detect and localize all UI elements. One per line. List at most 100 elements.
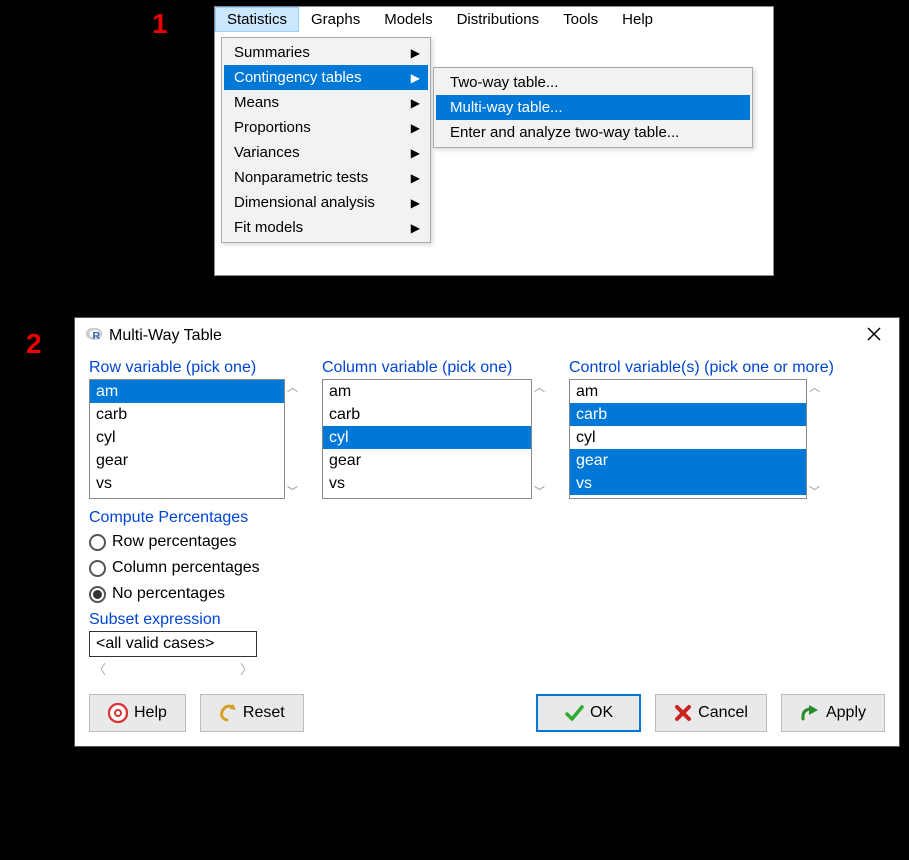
apply-icon xyxy=(800,704,820,722)
cancel-button[interactable]: Cancel xyxy=(655,694,767,732)
menu-item-summaries[interactable]: Summaries ▶ xyxy=(224,40,428,65)
menu-item-contingency-tables[interactable]: Contingency tables ▶ xyxy=(224,65,428,90)
subset-expression-input[interactable]: <all valid cases> xyxy=(89,631,257,657)
menu-item-label: Proportions xyxy=(234,119,311,136)
check-icon xyxy=(564,703,584,723)
list-item[interactable]: gear xyxy=(323,449,531,472)
menu-item-label: Variances xyxy=(234,144,300,161)
menu-item-proportions[interactable]: Proportions ▶ xyxy=(224,115,428,140)
column-variable-label: Column variable (pick one) xyxy=(322,359,545,377)
ok-button[interactable]: OK xyxy=(536,694,641,732)
r-logo-icon: R xyxy=(85,324,103,347)
compute-percentages-label: Compute Percentages xyxy=(89,509,885,527)
menu-item-label: Nonparametric tests xyxy=(234,169,368,186)
radio-row-percentages[interactable]: Row percentages xyxy=(89,529,885,555)
menu-item-fit-models[interactable]: Fit models ▶ xyxy=(224,215,428,240)
list-item[interactable]: am xyxy=(90,380,284,403)
menu-help[interactable]: Help xyxy=(610,7,665,32)
menu-screenshot: Statistics Graphs Models Distributions T… xyxy=(214,6,774,276)
scroll-down-icon[interactable]: ﹀ xyxy=(534,483,545,499)
scroll-up-icon[interactable]: ︿ xyxy=(287,379,298,395)
button-label: Reset xyxy=(243,704,285,722)
help-button[interactable]: Help xyxy=(89,694,186,732)
scroll-down-icon[interactable]: ﹀ xyxy=(287,483,298,499)
list-item[interactable]: am xyxy=(570,380,806,403)
cancel-icon xyxy=(674,704,692,722)
list-item[interactable]: vs xyxy=(90,472,284,495)
scroll-up-icon[interactable]: ︿ xyxy=(809,379,820,395)
scroll-up-icon[interactable]: ︿ xyxy=(534,379,545,395)
multi-way-table-dialog: R Multi-Way Table Row variable (pick one… xyxy=(74,317,900,747)
radio-no-percentages[interactable]: No percentages xyxy=(89,581,885,607)
menu-item-label: Means xyxy=(234,94,279,111)
radio-icon xyxy=(89,560,106,577)
apply-button[interactable]: Apply xyxy=(781,694,885,732)
menu-distributions[interactable]: Distributions xyxy=(445,7,552,32)
menu-models[interactable]: Models xyxy=(372,7,444,32)
scroll-left-icon: 〈 xyxy=(93,659,106,678)
svg-text:R: R xyxy=(93,330,101,342)
submenu-enter-analyze[interactable]: Enter and analyze two-way table... xyxy=(436,120,750,145)
dialog-titlebar: R Multi-Way Table xyxy=(75,318,899,355)
scroll-right-icon: 〉 xyxy=(240,659,253,678)
submenu-two-way-table[interactable]: Two-way table... xyxy=(436,70,750,95)
submenu-multi-way-table[interactable]: Multi-way table... xyxy=(436,95,750,120)
control-variable-label: Control variable(s) (pick one or more) xyxy=(569,359,834,377)
step-1-label: 1 xyxy=(152,8,168,40)
button-label: OK xyxy=(590,704,613,722)
step-2-label: 2 xyxy=(26,328,42,360)
submenu-arrow-icon: ▶ xyxy=(411,96,420,110)
list-item[interactable]: carb xyxy=(90,403,284,426)
list-item[interactable]: cyl xyxy=(90,426,284,449)
menu-tools[interactable]: Tools xyxy=(551,7,610,32)
list-item[interactable]: vs xyxy=(323,472,531,495)
contingency-submenu: Two-way table... Multi-way table... Ente… xyxy=(433,67,753,148)
list-item[interactable]: carb xyxy=(323,403,531,426)
radio-label: No percentages xyxy=(112,585,225,603)
menubar: Statistics Graphs Models Distributions T… xyxy=(215,7,773,32)
list-item[interactable]: cyl xyxy=(570,426,806,449)
menu-statistics[interactable]: Statistics xyxy=(215,7,299,32)
submenu-arrow-icon: ▶ xyxy=(411,146,420,160)
subset-expression-label: Subset expression xyxy=(89,611,885,629)
button-label: Cancel xyxy=(698,704,748,722)
radio-column-percentages[interactable]: Column percentages xyxy=(89,555,885,581)
subset-scrollbar[interactable]: 〈〉 xyxy=(89,657,257,678)
reset-icon xyxy=(219,704,237,722)
list-item[interactable]: cyl xyxy=(323,426,531,449)
scroll-down-icon[interactable]: ﹀ xyxy=(809,483,820,499)
list-item[interactable]: carb xyxy=(570,403,806,426)
radio-icon xyxy=(89,586,106,603)
close-icon xyxy=(867,327,881,341)
list-item[interactable]: vs xyxy=(570,472,806,495)
menu-item-label: Contingency tables xyxy=(234,69,362,86)
submenu-arrow-icon: ▶ xyxy=(411,196,420,210)
close-button[interactable] xyxy=(859,325,889,346)
menu-item-nonparametric-tests[interactable]: Nonparametric tests ▶ xyxy=(224,165,428,190)
submenu-arrow-icon: ▶ xyxy=(411,71,420,85)
row-variable-listbox[interactable]: am carb cyl gear vs xyxy=(89,379,285,499)
radio-label: Row percentages xyxy=(112,533,237,551)
list-item[interactable]: am xyxy=(323,380,531,403)
radio-icon xyxy=(89,534,106,551)
radio-label: Column percentages xyxy=(112,559,260,577)
submenu-arrow-icon: ▶ xyxy=(411,221,420,235)
menu-item-dimensional-analysis[interactable]: Dimensional analysis▶ xyxy=(224,190,428,215)
menu-graphs[interactable]: Graphs xyxy=(299,7,372,32)
menu-item-label: Summaries xyxy=(234,44,310,61)
submenu-arrow-icon: ▶ xyxy=(411,46,420,60)
button-label: Apply xyxy=(826,704,866,722)
reset-button[interactable]: Reset xyxy=(200,694,304,732)
menu-item-variances[interactable]: Variances ▶ xyxy=(224,140,428,165)
list-item[interactable]: gear xyxy=(90,449,284,472)
submenu-arrow-icon: ▶ xyxy=(411,121,420,135)
row-variable-label: Row variable (pick one) xyxy=(89,359,298,377)
menu-item-label: Fit models xyxy=(234,219,303,236)
help-icon xyxy=(108,703,128,723)
submenu-arrow-icon: ▶ xyxy=(411,171,420,185)
column-variable-listbox[interactable]: am carb cyl gear vs xyxy=(322,379,532,499)
button-label: Help xyxy=(134,704,167,722)
menu-item-means[interactable]: Means ▶ xyxy=(224,90,428,115)
list-item[interactable]: gear xyxy=(570,449,806,472)
control-variable-listbox[interactable]: am carb cyl gear vs xyxy=(569,379,807,499)
